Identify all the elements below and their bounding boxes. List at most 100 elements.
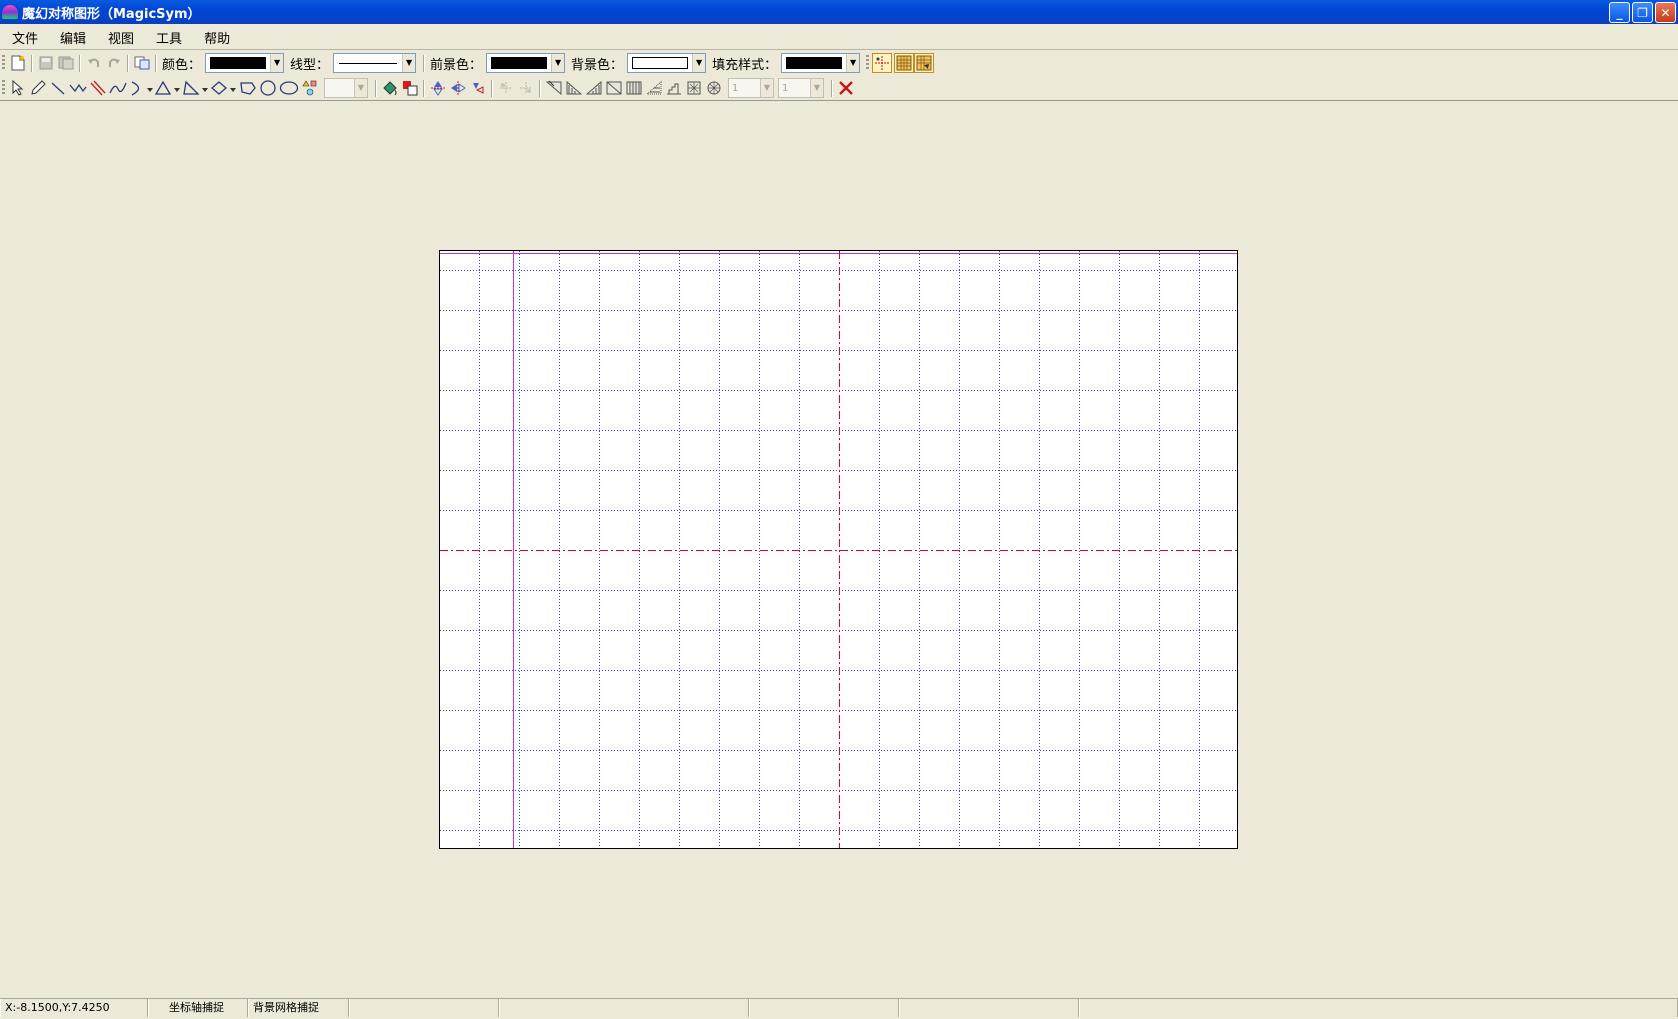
status-bar: X:-8.1500,Y:7.4250 坐标轴捕捉 背景网格捕捉 bbox=[0, 998, 1678, 1019]
menu-tools[interactable]: 工具 bbox=[144, 28, 192, 47]
repeat-count-2[interactable]: 1 ▼ bbox=[778, 78, 824, 98]
canvas-grid bbox=[440, 251, 1237, 848]
grid-snap-status[interactable]: 背景网格捕捉 bbox=[248, 999, 349, 1017]
chevron-down-icon[interactable]: ▼ bbox=[760, 79, 773, 97]
fill-style-dropdown[interactable]: ▼ bbox=[781, 53, 861, 73]
close-x-icon[interactable] bbox=[836, 78, 856, 98]
chevron-down-icon[interactable]: ▼ bbox=[692, 54, 706, 72]
symmetry-pattern-icon[interactable] bbox=[624, 78, 644, 98]
toolbar-separator bbox=[831, 79, 833, 97]
symmetry-pattern-icon[interactable] bbox=[664, 78, 684, 98]
window-title: 魔幻对称图形（MagicSym） bbox=[22, 6, 201, 22]
polyline-icon[interactable] bbox=[68, 78, 88, 98]
menu-bar: 文件 编辑 视图 工具 帮助 bbox=[0, 26, 1678, 48]
status-panel bbox=[499, 999, 749, 1017]
status-panel bbox=[899, 999, 1079, 1017]
drawing-toolbar: ▼ 1 ▼ 1 ▼ bbox=[0, 77, 906, 99]
chevron-down-icon[interactable]: ▼ bbox=[402, 54, 416, 72]
toolbar-grip[interactable] bbox=[2, 80, 5, 96]
coordinates-readout: X:-8.1500,Y:7.4250 bbox=[0, 999, 148, 1017]
background-swatch bbox=[632, 57, 689, 69]
polygon-icon[interactable] bbox=[238, 78, 258, 98]
background-color-label: 背景色： bbox=[571, 57, 624, 73]
circle-icon[interactable] bbox=[258, 78, 278, 98]
copy-icon[interactable] bbox=[132, 53, 152, 73]
toolbar-grip[interactable] bbox=[866, 55, 870, 71]
chevron-down-icon[interactable]: ▼ bbox=[354, 79, 367, 97]
foreground-swatch bbox=[491, 57, 548, 69]
background-color-dropdown[interactable]: ▼ bbox=[627, 53, 707, 73]
select-arrow-icon[interactable] bbox=[8, 78, 28, 98]
rotate-icon[interactable] bbox=[468, 78, 488, 98]
triangle-icon[interactable] bbox=[182, 78, 210, 98]
status-panel bbox=[349, 999, 499, 1017]
grid-snap-icon[interactable] bbox=[914, 53, 935, 73]
toolbar-separator bbox=[31, 54, 33, 72]
arc-icon[interactable] bbox=[128, 78, 154, 98]
line-type-dropdown[interactable]: ▼ bbox=[333, 53, 417, 73]
save-icon[interactable] bbox=[36, 53, 56, 73]
menu-file[interactable]: 文件 bbox=[0, 28, 48, 47]
fill-bucket-icon[interactable] bbox=[380, 78, 400, 98]
reflect-vertical-icon[interactable] bbox=[428, 78, 448, 98]
symmetry-pattern-icon[interactable] bbox=[704, 78, 724, 98]
close-button[interactable]: ✕ bbox=[1655, 2, 1676, 23]
repeat-count-1[interactable]: 1 ▼ bbox=[728, 78, 774, 98]
reflect-horizontal-icon[interactable] bbox=[448, 78, 468, 98]
chevron-down-icon[interactable]: ▼ bbox=[810, 79, 823, 97]
app-icon bbox=[2, 5, 18, 19]
color-replace-icon[interactable] bbox=[400, 78, 420, 98]
shapes-icon[interactable] bbox=[300, 78, 320, 98]
grid-icon[interactable] bbox=[894, 53, 915, 73]
triangle-icon[interactable] bbox=[154, 78, 182, 98]
save-as-icon[interactable] bbox=[56, 53, 76, 73]
menu-edit[interactable]: 编辑 bbox=[48, 28, 96, 47]
menu-divider bbox=[0, 49, 1678, 50]
parallel-lines-icon[interactable] bbox=[88, 78, 108, 98]
line-icon[interactable] bbox=[48, 78, 68, 98]
redo-icon[interactable] bbox=[104, 53, 124, 73]
menu-view[interactable]: 视图 bbox=[96, 28, 144, 47]
symmetry-pattern-icon[interactable] bbox=[564, 78, 584, 98]
axis-snap-status[interactable]: 坐标轴捕捉 bbox=[148, 999, 248, 1017]
color-swatch bbox=[210, 57, 267, 69]
fill-style-swatch bbox=[786, 57, 843, 69]
symmetry-pattern-icon[interactable] bbox=[544, 78, 564, 98]
diamond-icon[interactable] bbox=[210, 78, 238, 98]
symmetry-pattern-icon[interactable] bbox=[644, 78, 664, 98]
symmetry-pattern-icon[interactable] bbox=[584, 78, 604, 98]
toolbar-separator bbox=[79, 54, 81, 72]
shape-size-combo[interactable]: ▼ bbox=[324, 78, 368, 98]
line-style-preview bbox=[339, 62, 398, 64]
minimize-button[interactable]: _ bbox=[1609, 2, 1630, 23]
menu-help[interactable]: 帮助 bbox=[192, 28, 240, 47]
new-file-icon[interactable] bbox=[8, 53, 28, 73]
ellipse-icon[interactable] bbox=[278, 78, 300, 98]
pencil-icon[interactable] bbox=[28, 78, 48, 98]
curve-icon[interactable] bbox=[108, 78, 128, 98]
restore-button[interactable]: ❐ bbox=[1632, 2, 1653, 23]
color-dropdown[interactable]: ▼ bbox=[205, 53, 285, 73]
undo-icon[interactable] bbox=[84, 53, 104, 73]
transform-icon[interactable] bbox=[496, 78, 516, 98]
toolbar-separator bbox=[423, 54, 426, 72]
symmetry-pattern-icon[interactable] bbox=[604, 78, 624, 98]
toolbar-separator bbox=[491, 79, 493, 97]
toolbar-separator bbox=[155, 54, 157, 72]
status-panel bbox=[749, 999, 899, 1017]
toolbar-grip[interactable] bbox=[2, 55, 5, 71]
chevron-down-icon[interactable]: ▼ bbox=[551, 54, 565, 72]
drawing-canvas[interactable] bbox=[439, 250, 1238, 849]
axis-snap-icon[interactable] bbox=[872, 53, 893, 73]
line-type-label: 线型： bbox=[290, 57, 330, 73]
toolbar-separator bbox=[423, 79, 425, 97]
chevron-down-icon[interactable]: ▼ bbox=[270, 54, 284, 72]
fill-style-label: 填充样式： bbox=[712, 57, 778, 73]
color-label: 颜色： bbox=[162, 57, 202, 73]
chevron-down-icon[interactable]: ▼ bbox=[846, 54, 860, 72]
toolbar-separator bbox=[127, 54, 129, 72]
title-bar[interactable]: 魔幻对称图形（MagicSym） _ ❐ ✕ bbox=[0, 0, 1678, 24]
transform-icon[interactable] bbox=[516, 78, 536, 98]
symmetry-pattern-icon[interactable] bbox=[684, 78, 704, 98]
foreground-color-dropdown[interactable]: ▼ bbox=[486, 53, 566, 73]
